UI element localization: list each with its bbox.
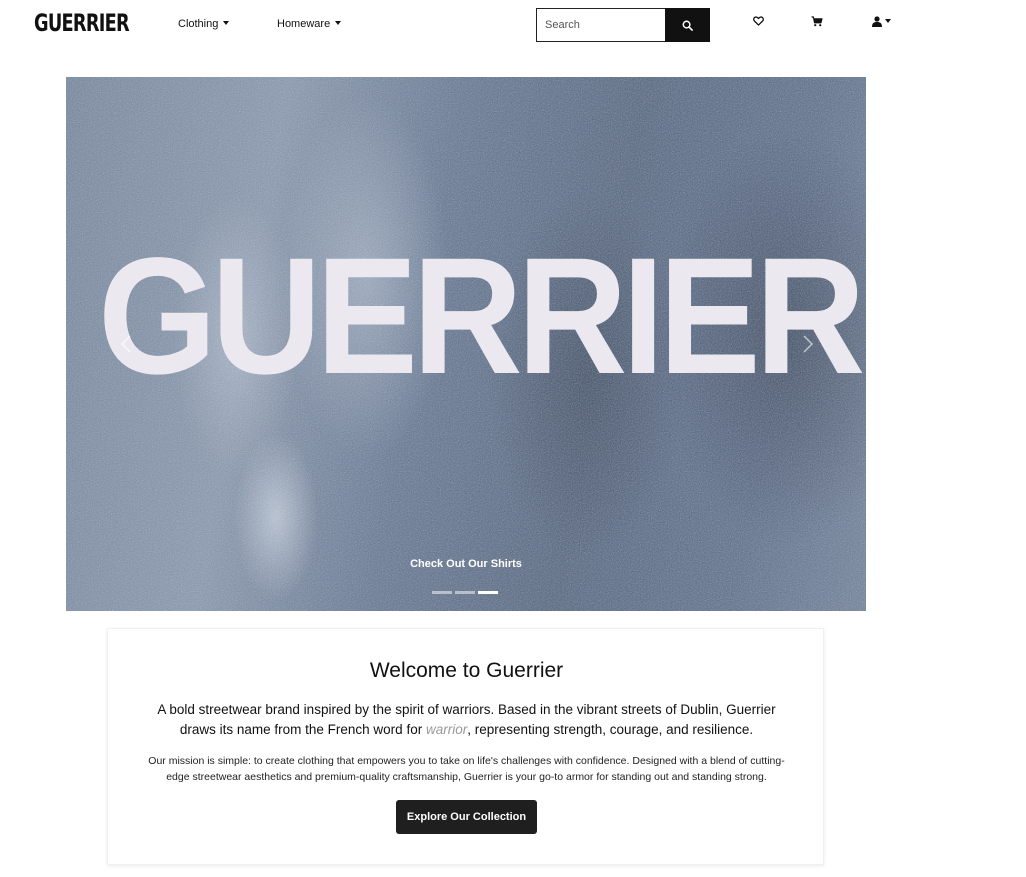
nav-dropdown-homeware-label: Homeware (277, 18, 331, 30)
cart-icon (811, 15, 823, 26)
navbar: GUERRIER Clothing Homeware (0, 0, 1026, 50)
mission-text: Our mission is simple: to create clothin… (148, 755, 785, 783)
intro-emphasis: warrior (425, 722, 468, 737)
brand-logo[interactable]: GUERRIER (34, 9, 130, 37)
hero-carousel: GUERRIER Check Out Our Shirts (66, 77, 866, 611)
caret-down-icon (335, 21, 342, 25)
welcome-card: Welcome to Guerrier A bold streetwear br… (107, 628, 824, 865)
caret-down-icon (223, 21, 230, 25)
carousel-indicator-3[interactable] (478, 591, 498, 594)
wishlist-button[interactable] (747, 12, 769, 30)
welcome-intro: A bold streetwear brand inspired by the … (138, 700, 795, 740)
account-dropdown[interactable] (868, 12, 894, 30)
carousel-indicator-1[interactable] (432, 591, 452, 594)
nav-dropdown-homeware[interactable]: Homeware (277, 18, 342, 30)
chevron-right-icon (803, 335, 814, 353)
search-button[interactable] (665, 8, 710, 42)
carousel-caption[interactable]: Check Out Our Shirts (66, 558, 866, 570)
explore-collection-button[interactable]: Explore Our Collection (396, 800, 537, 834)
nav-dropdown-clothing-label: Clothing (178, 18, 219, 30)
welcome-title: Welcome to Guerrier (369, 659, 564, 682)
cart-button[interactable] (806, 12, 828, 30)
nav-dropdown-clothing[interactable]: Clothing (178, 18, 230, 30)
search-icon (682, 20, 693, 31)
user-icon (871, 15, 882, 27)
chevron-left-icon (120, 335, 131, 353)
carousel-indicators (432, 591, 498, 594)
search-input[interactable] (536, 8, 666, 42)
caret-down-icon (884, 19, 891, 23)
carousel-indicator-2[interactable] (455, 591, 475, 594)
intro-text-end: , representing strength, courage, and re… (467, 722, 754, 737)
carousel-next-button[interactable] (793, 329, 823, 359)
hero-brand-text: GUERRIER (98, 224, 865, 409)
heart-icon (752, 16, 764, 26)
carousel-prev-button[interactable] (111, 329, 141, 359)
